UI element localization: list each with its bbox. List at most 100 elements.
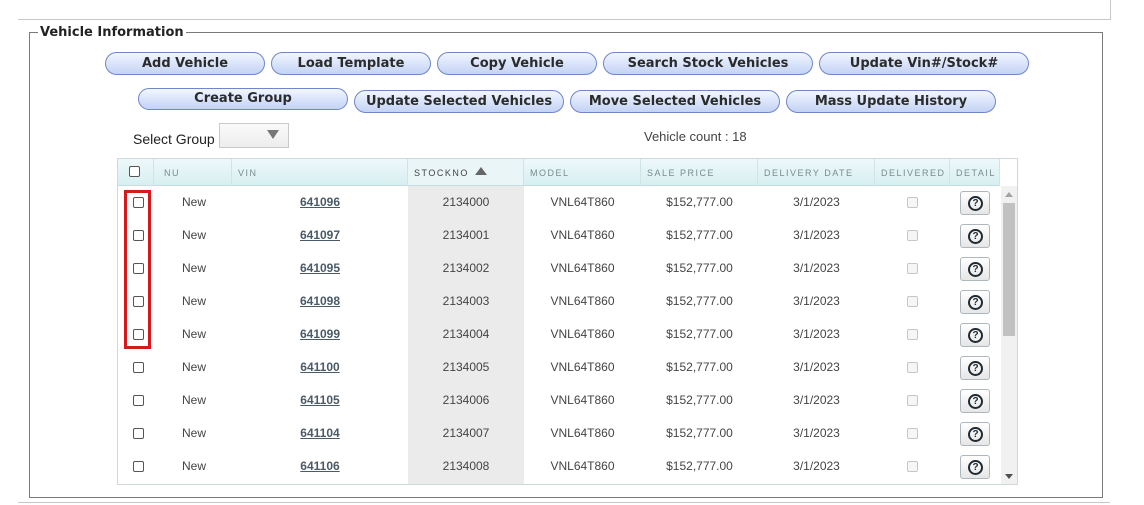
cell-nu: New — [181, 459, 206, 473]
grid-header: NU VIN STOCKNO MODEL SALE PRICE DELIVERY… — [118, 159, 1000, 186]
row-select-checkbox[interactable] — [133, 461, 144, 472]
table-row[interactable]: New 641106 2134008 VNL64T860 $152,777.00 3/1/… — [118, 450, 1000, 483]
cell-sale-price: $152,777.00 — [666, 261, 733, 275]
add-vehicle-button[interactable]: Add Vehicle — [105, 52, 265, 75]
column-header-detail[interactable]: DETAIL — [950, 159, 1000, 185]
column-header-delivered[interactable]: DELIVERED — [875, 159, 950, 185]
column-header-vin[interactable]: VIN — [232, 159, 408, 185]
question-mark-icon: ? — [968, 460, 983, 475]
cell-model: VNL64T860 — [550, 360, 615, 374]
table-row[interactable]: New 641100 2134005 VNL64T860 $152,777.00 3/1/… — [118, 351, 1000, 384]
search-stock-vehicles-button[interactable]: Search Stock Vehicles — [603, 52, 813, 75]
cell-delivery-date: 3/1/2023 — [793, 261, 840, 275]
vin-link[interactable]: 641095 — [300, 261, 340, 275]
cell-sale-price: $152,777.00 — [666, 426, 733, 440]
cell-delivery-date: 3/1/2023 — [793, 360, 840, 374]
cell-vin: 641098 — [232, 285, 408, 318]
cell-nu: New — [181, 327, 206, 341]
table-row[interactable]: New 641104 2134007 VNL64T860 $152,777.00 3/1/… — [118, 417, 1000, 450]
table-row[interactable]: New 641097 2134001 VNL64T860 $152,777.00 3/1/… — [118, 219, 1000, 252]
cell-sale-price: $152,777.00 — [666, 195, 733, 209]
cell-stockno: 2134005 — [442, 360, 490, 374]
header-select-cell — [118, 159, 154, 185]
scrollbar-thumb[interactable] — [1003, 203, 1015, 336]
detail-button[interactable]: ? — [960, 290, 990, 314]
detail-button[interactable]: ? — [960, 224, 990, 248]
cell-model: VNL64T860 — [550, 294, 615, 308]
delivered-checkbox — [907, 197, 918, 208]
copy-vehicle-button[interactable]: Copy Vehicle — [437, 52, 597, 75]
cell-model: VNL64T860 — [550, 261, 615, 275]
update-vin-stock-button[interactable]: Update Vin#/Stock# — [819, 52, 1029, 75]
column-header-delivery-date[interactable]: DELIVERY DATE — [758, 159, 875, 185]
column-header-model[interactable]: MODEL — [524, 159, 641, 185]
vehicle-grid: NU VIN STOCKNO MODEL SALE PRICE DELIVERY… — [117, 158, 1018, 485]
chevron-down-icon — [267, 130, 279, 139]
table-row[interactable]: New 641096 2134000 VNL64T860 $152,777.00 3/1/… — [118, 186, 1000, 219]
vin-link[interactable]: 641100 — [300, 360, 339, 374]
cell-sale-price: $152,777.00 — [666, 393, 733, 407]
cell-sale-price: $152,777.00 — [666, 459, 733, 473]
delivered-checkbox — [907, 263, 918, 274]
cell-delivery-date: 3/1/2023 — [793, 459, 840, 473]
vin-link[interactable]: 641098 — [300, 294, 340, 308]
table-row[interactable]: New 641105 2134006 VNL64T860 $152,777.00 3/1/… — [118, 384, 1000, 417]
detail-button[interactable]: ? — [960, 356, 990, 380]
cell-model: VNL64T860 — [550, 426, 615, 440]
cell-stockno: 2134008 — [442, 459, 490, 473]
top-panel-frame — [18, 0, 1111, 20]
table-row[interactable]: New 641098 2134003 VNL64T860 $152,777.00 3/1/… — [118, 285, 1000, 318]
cell-stockno: 2134002 — [442, 261, 490, 275]
delivered-checkbox — [907, 329, 918, 340]
select-all-checkbox[interactable] — [129, 166, 140, 177]
bottom-divider — [18, 502, 1110, 503]
vin-link[interactable]: 641106 — [300, 459, 339, 473]
cell-stockno: 2134004 — [442, 327, 490, 341]
detail-button[interactable]: ? — [960, 422, 990, 446]
detail-button[interactable]: ? — [960, 455, 990, 479]
mass-update-history-button[interactable]: Mass Update History — [786, 90, 996, 113]
column-header-sale-price[interactable]: SALE PRICE — [641, 159, 758, 185]
detail-button[interactable]: ? — [960, 257, 990, 281]
scroll-up-arrow-icon[interactable] — [1005, 192, 1013, 197]
row-select-checkbox[interactable] — [133, 395, 144, 406]
cell-vin: 641097 — [232, 219, 408, 252]
table-row[interactable]: New 641099 2134004 VNL64T860 $152,777.00 3/1/… — [118, 318, 1000, 351]
vin-link[interactable]: 641105 — [300, 393, 339, 407]
detail-button[interactable]: ? — [960, 389, 990, 413]
question-mark-icon: ? — [968, 394, 983, 409]
detail-button[interactable]: ? — [960, 191, 990, 215]
update-selected-vehicles-button[interactable]: Update Selected Vehicles — [354, 90, 564, 113]
vin-link[interactable]: 641099 — [300, 327, 340, 341]
question-mark-icon: ? — [968, 229, 983, 244]
row-select-checkbox[interactable] — [133, 428, 144, 439]
column-header-nu[interactable]: NU — [154, 159, 232, 185]
cell-delivery-date: 3/1/2023 — [793, 327, 840, 341]
checkbox-highlight-annotation — [124, 190, 151, 349]
scroll-down-arrow-icon[interactable] — [1005, 474, 1013, 479]
cell-nu: New — [181, 195, 206, 209]
move-selected-vehicles-button[interactable]: Move Selected Vehicles — [570, 90, 780, 113]
cell-model: VNL64T860 — [550, 393, 615, 407]
load-template-button[interactable]: Load Template — [271, 52, 431, 75]
vin-link[interactable]: 641097 — [300, 228, 340, 242]
select-group-dropdown[interactable] — [219, 123, 289, 148]
cell-model: VNL64T860 — [550, 228, 615, 242]
table-row[interactable]: New 641095 2134002 VNL64T860 $152,777.00 3/1/… — [118, 252, 1000, 285]
delivered-checkbox — [907, 395, 918, 406]
vin-link[interactable]: 641104 — [300, 426, 339, 440]
cell-delivery-date: 3/1/2023 — [793, 426, 840, 440]
sort-ascending-icon — [474, 167, 487, 175]
cell-nu: New — [181, 393, 206, 407]
row-select-checkbox[interactable] — [133, 362, 144, 373]
cell-stockno: 2134000 — [442, 195, 490, 209]
cell-delivery-date: 3/1/2023 — [793, 294, 840, 308]
column-header-stockno[interactable]: STOCKNO — [408, 159, 524, 185]
detail-button[interactable]: ? — [960, 323, 990, 347]
grid-vertical-scrollbar[interactable] — [1001, 186, 1017, 484]
delivered-checkbox — [907, 461, 918, 472]
cell-nu: New — [181, 294, 206, 308]
delivered-checkbox — [907, 230, 918, 241]
create-group-button[interactable]: Create Group — [138, 88, 348, 110]
vin-link[interactable]: 641096 — [300, 195, 340, 209]
